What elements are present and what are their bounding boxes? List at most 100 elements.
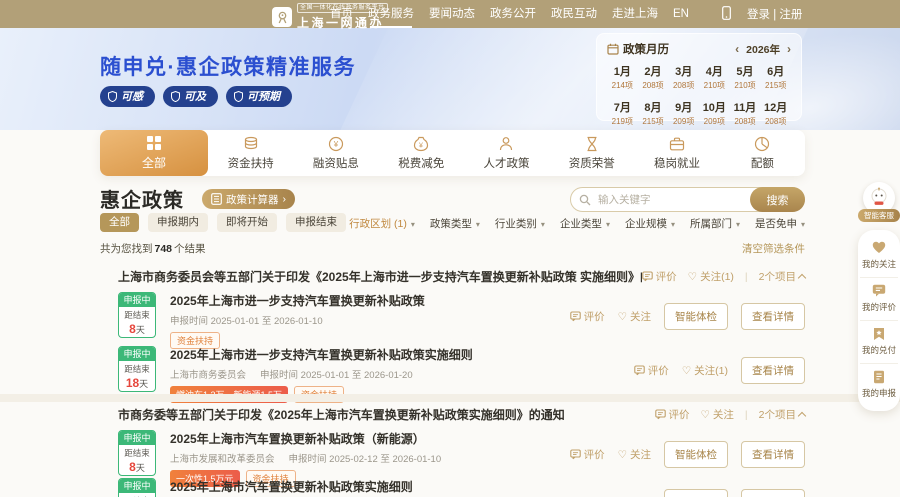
calendar-icon <box>607 43 619 55</box>
nav-english[interactable]: EN <box>673 0 689 28</box>
follow-link[interactable]: ♡关注 <box>701 407 734 422</box>
project-count-toggle[interactable]: 2个项目 <box>759 269 807 284</box>
tab-financing-discount[interactable]: ¥ 融资贴息 <box>293 130 378 176</box>
clear-filters-link[interactable]: 清空筛选条件 <box>742 241 805 256</box>
calendar-year[interactable]: 2026年 <box>746 42 780 57</box>
nav-government-services[interactable]: 政务服务 <box>368 0 414 28</box>
tab-quota[interactable]: 配额 <box>720 130 805 176</box>
calculator-icon <box>211 193 222 205</box>
smart-check-button[interactable]: 智能体检 <box>664 489 728 497</box>
tab-all[interactable]: 全部 <box>100 130 208 176</box>
status-label: 申报中 <box>119 347 155 361</box>
filter-starting-soon[interactable]: 即将开始 <box>217 213 277 232</box>
dropdown-policy-type[interactable]: 政策类型 <box>430 216 480 231</box>
calendar-month[interactable]: 10月 209项 <box>699 99 730 127</box>
month-label: 10月 <box>702 102 726 114</box>
calendar-month[interactable]: 1月 214项 <box>607 63 638 91</box>
sidebar-item-label: 我的申报 <box>861 388 896 398</box>
agency-name: 上海市发展和改革委员会 <box>170 454 275 465</box>
month-label: 12月 <box>764 102 788 114</box>
sidebar-item-my-evaluations[interactable]: 我的评价 <box>860 277 898 320</box>
login-register-link[interactable]: 登录 | 注册 <box>747 6 802 22</box>
view-details-button[interactable]: 查看详情 <box>741 489 805 497</box>
nav-news[interactable]: 要闻动态 <box>429 0 475 28</box>
calendar-month[interactable]: 3月 208项 <box>668 63 699 91</box>
banner-tag: 可及 <box>163 86 218 107</box>
mobile-icon[interactable] <box>722 5 731 23</box>
result-count: 748 <box>154 243 173 255</box>
calendar-title: 政策月历 <box>623 44 669 56</box>
month-count: 215项 <box>764 81 787 90</box>
follow-link[interactable]: ♡ 关注(1) <box>688 269 734 284</box>
calendar-month[interactable]: 12月 208项 <box>760 99 791 127</box>
tab-employment[interactable]: 稳岗就业 <box>634 130 719 176</box>
smart-check-button[interactable]: 智能体检 <box>664 303 728 330</box>
follow-link[interactable]: ♡关注 <box>618 447 651 462</box>
follow-link[interactable]: ♡关注 <box>618 309 651 324</box>
tab-talent-policy[interactable]: 人才政策 <box>464 130 549 176</box>
assistant-label[interactable]: 智能客服 <box>858 209 900 222</box>
project-count-toggle[interactable]: 2个项目 <box>759 407 807 422</box>
dropdown-district[interactable]: 行政区划 (1) <box>349 216 415 231</box>
dropdown-enterprise-type[interactable]: 企业类型 <box>560 216 610 231</box>
item-actions: 评价 ♡关注 智能体检 查看详情 <box>569 303 805 330</box>
page: 全国一体化在线政务服务平台 上海一网通办 首页 政务服务 要闻动态 政务公开 政… <box>0 0 900 497</box>
hero-banner: 随申兑·惠企政策精准服务 可感 可及 可预期 政策月历 ‹ 2026年 › 1月… <box>0 28 900 130</box>
category-tabbar: 全部 资金扶持 ¥ 融资贴息 ¥ 税费减免 人才政策 资质荣誉 稳岗就业 配额 <box>100 130 805 176</box>
group-title[interactable]: 上海市商务委员会等五部门关于印发《2025年上海市进一步支持汽车置换更新补贴政策… <box>118 268 642 285</box>
smart-check-button[interactable]: 智能体检 <box>664 441 728 468</box>
top-nav: 首页 政务服务 要闻动态 政务公开 政民互动 走进上海 EN <box>330 0 689 28</box>
tab-qualification-honor[interactable]: 资质荣誉 <box>549 130 634 176</box>
search-button[interactable]: 搜索 <box>750 187 805 212</box>
month-count: 208项 <box>734 117 756 126</box>
status-label: 申报中 <box>119 431 155 445</box>
nav-home[interactable]: 首页 <box>330 0 353 28</box>
calendar-month[interactable]: 8月 215项 <box>638 99 669 127</box>
tab-funding-support[interactable]: 资金扶持 <box>208 130 293 176</box>
evaluate-link[interactable]: 评价 <box>569 309 605 324</box>
yen-circle-icon: ¥ <box>328 136 344 152</box>
group-title[interactable]: 市商务委等五部门关于印发《2025年上海市汽车置换更新补贴政策实施细则》的通知 <box>118 406 565 423</box>
filter-in-period[interactable]: 申报期内 <box>148 213 208 232</box>
tab-tax-relief[interactable]: ¥ 税费减免 <box>379 130 464 176</box>
sidebar-item-label: 我的兑付 <box>861 345 896 355</box>
view-details-button[interactable]: 查看详情 <box>741 357 805 384</box>
policy-calculator-button[interactable]: 政策计算器 › <box>202 189 295 209</box>
month-count: 208项 <box>672 81 695 90</box>
prev-year-icon[interactable]: ‹ <box>735 43 739 55</box>
calendar-month[interactable]: 4月 210项 <box>699 63 730 91</box>
calendar-month[interactable]: 7月 219项 <box>607 99 638 127</box>
dropdown-enterprise-scale[interactable]: 企业规模 <box>625 216 675 231</box>
evaluate-link[interactable]: 评价 <box>633 363 669 378</box>
next-year-icon[interactable]: › <box>787 43 791 55</box>
calendar-month[interactable]: 5月 210项 <box>730 63 761 91</box>
tab-label: 稳岗就业 <box>654 158 701 170</box>
follow-link[interactable]: ♡ 关注(1) <box>682 363 728 378</box>
nav-about-shanghai[interactable]: 走进上海 <box>612 0 658 28</box>
nav-interaction[interactable]: 政民互动 <box>551 0 597 28</box>
dropdown-industry[interactable]: 行业类别 <box>495 216 545 231</box>
view-details-button[interactable]: 查看详情 <box>741 441 805 468</box>
filter-all[interactable]: 全部 <box>100 213 139 232</box>
shield-icon <box>108 90 117 102</box>
dropdown-exempt[interactable]: 是否免申 <box>755 216 805 231</box>
calendar-month[interactable]: 2月 208项 <box>638 63 669 91</box>
evaluate-link[interactable]: 评价 <box>654 407 690 422</box>
filter-ended[interactable]: 申报结束 <box>286 213 346 232</box>
view-details-button[interactable]: 查看详情 <box>741 303 805 330</box>
dropdown-department[interactable]: 所属部门 <box>690 216 740 231</box>
item-actions: 评价 ♡关注 智能体检 查看详情 <box>570 489 805 497</box>
sidebar-item-my-applications[interactable]: 我的申报 <box>860 363 898 406</box>
comment-icon <box>569 449 581 460</box>
sidebar-item-my-follows[interactable]: 我的关注 <box>860 235 898 277</box>
sidebar-item-my-redemptions[interactable]: 我的兑付 <box>860 320 898 363</box>
nav-disclosure[interactable]: 政务公开 <box>490 0 536 28</box>
robot-icon <box>871 187 887 205</box>
calendar-month[interactable]: 6月 215项 <box>760 63 791 91</box>
calendar-month[interactable]: 9月 209项 <box>668 99 699 127</box>
search-icon <box>579 193 591 211</box>
tab-label: 配额 <box>750 158 774 170</box>
evaluate-link[interactable]: 评价 <box>569 447 605 462</box>
evaluate-link[interactable]: 评价 <box>641 269 677 284</box>
calendar-month[interactable]: 11月 208项 <box>730 99 761 127</box>
